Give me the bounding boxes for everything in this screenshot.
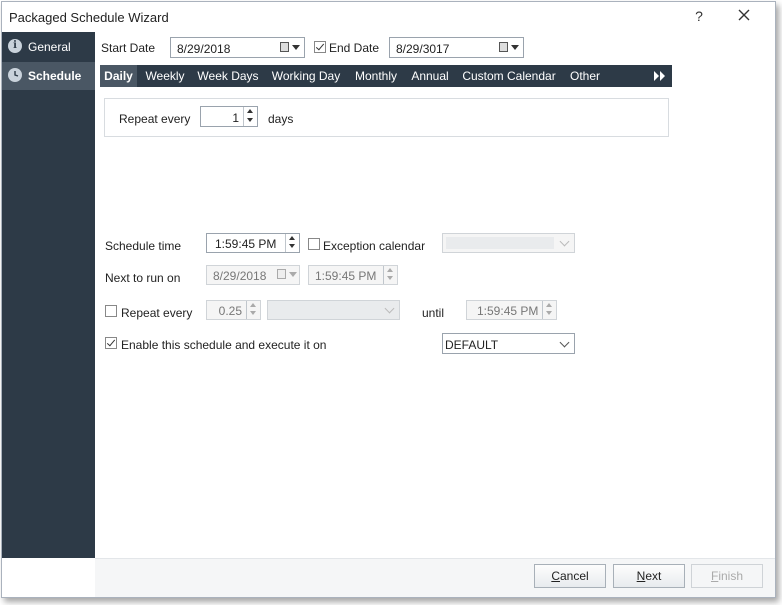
repeat-daily-label: Repeat every bbox=[119, 112, 191, 126]
cancel-button[interactable]: Cancel bbox=[534, 564, 606, 588]
tab-other[interactable]: Other bbox=[565, 65, 605, 87]
exception-calendar-select[interactable] bbox=[442, 233, 575, 253]
sidebar-item-label: Schedule bbox=[28, 69, 82, 83]
spin-icon[interactable] bbox=[243, 107, 257, 126]
execute-on-select[interactable]: DEFAULT bbox=[442, 333, 575, 354]
repeat-days-stepper[interactable]: 1 bbox=[200, 106, 258, 127]
tabs-scroll-right-icon[interactable] bbox=[654, 71, 668, 81]
execute-on-value: DEFAULT bbox=[445, 338, 499, 352]
info-icon: i bbox=[8, 39, 22, 53]
chevron-down-icon bbox=[559, 337, 570, 348]
next-run-date-value: 8/29/2018 bbox=[213, 269, 267, 283]
enable-schedule-label: Enable this schedule and execute it on bbox=[121, 338, 327, 352]
tab-weekly[interactable]: Weekly bbox=[140, 65, 190, 87]
schedule-time-value: 1:59:45 PM bbox=[215, 237, 277, 251]
until-label: until bbox=[422, 306, 445, 320]
clock-icon bbox=[8, 68, 22, 82]
next-run-date-picker[interactable]: 8/29/2018 bbox=[206, 265, 300, 285]
tab-annual[interactable]: Annual bbox=[408, 65, 452, 87]
start-date-value: 8/29/2018 bbox=[177, 42, 231, 56]
close-icon bbox=[738, 9, 750, 21]
tab-working-day[interactable]: Working Day bbox=[270, 65, 342, 87]
sidebar-item-schedule[interactable]: Schedule bbox=[2, 62, 95, 90]
repeat-days-value: 1 bbox=[232, 111, 239, 125]
until-time-value: 1:59:45 PM bbox=[477, 304, 539, 318]
spin-icon[interactable] bbox=[285, 234, 299, 252]
wizard-footer: Cancel Next Finish bbox=[95, 558, 775, 597]
frequency-tabs: Daily Weekly Week Days Working Day Month… bbox=[100, 65, 672, 87]
chevron-down-icon bbox=[559, 236, 570, 247]
chevron-down-icon bbox=[384, 303, 395, 314]
end-date-picker[interactable]: 8/29/3017 bbox=[389, 37, 524, 58]
repeat-interval-stepper[interactable]: 0.25 bbox=[206, 300, 261, 320]
wizard-window: Packaged Schedule Wizard ? i General Sch… bbox=[1, 1, 776, 598]
until-time-input[interactable]: 1:59:45 PM bbox=[466, 300, 557, 320]
tab-monthly[interactable]: Monthly bbox=[352, 65, 400, 87]
tab-custom-calendar[interactable]: Custom Calendar bbox=[461, 65, 557, 87]
repeat-days-unit: days bbox=[268, 112, 294, 126]
close-button[interactable] bbox=[735, 6, 753, 24]
sidebar-scroll-down-icon[interactable] bbox=[44, 575, 54, 580]
end-date-value: 8/29/3017 bbox=[396, 42, 450, 56]
spin-icon bbox=[383, 266, 397, 284]
finish-button[interactable]: Finish bbox=[691, 564, 763, 588]
enable-schedule-checkbox[interactable] bbox=[105, 337, 117, 349]
calendar-dropdown-icon[interactable] bbox=[280, 42, 300, 54]
start-date-label: Start Date bbox=[101, 41, 156, 55]
repeat-interval-unit-select[interactable] bbox=[267, 300, 400, 320]
end-date-checkbox[interactable] bbox=[314, 41, 326, 53]
next-run-label: Next to run on bbox=[105, 271, 181, 285]
end-date-label: End Date bbox=[329, 41, 380, 55]
calendar-dropdown-icon[interactable] bbox=[499, 42, 519, 54]
title-bar: Packaged Schedule Wizard ? bbox=[2, 2, 775, 32]
exception-calendar-checkbox[interactable] bbox=[308, 238, 320, 250]
repeat-interval-checkbox[interactable] bbox=[105, 305, 117, 317]
start-date-picker[interactable]: 8/29/2018 bbox=[170, 37, 305, 58]
schedule-time-input[interactable]: 1:59:45 PM bbox=[206, 233, 300, 253]
help-button[interactable]: ? bbox=[692, 8, 706, 24]
sidebar-item-label: General bbox=[28, 40, 71, 54]
window-title: Packaged Schedule Wizard bbox=[9, 10, 169, 25]
tab-week-days[interactable]: Week Days bbox=[195, 65, 261, 87]
spin-icon bbox=[246, 301, 260, 319]
next-run-time-value: 1:59:45 PM bbox=[315, 269, 377, 283]
calendar-dropdown-icon bbox=[277, 269, 297, 281]
exception-calendar-label: Exception calendar bbox=[323, 239, 426, 253]
sidebar-item-general[interactable]: i General bbox=[2, 33, 95, 61]
repeat-interval-label: Repeat every bbox=[121, 306, 193, 320]
schedule-time-label: Schedule time bbox=[105, 239, 182, 253]
next-button[interactable]: Next bbox=[613, 564, 685, 588]
tab-daily[interactable]: Daily bbox=[100, 65, 137, 87]
sidebar: i General Schedule bbox=[2, 32, 95, 580]
repeat-interval-value: 0.25 bbox=[218, 304, 242, 318]
next-run-time-input[interactable]: 1:59:45 PM bbox=[308, 265, 398, 285]
spin-icon bbox=[542, 301, 556, 319]
